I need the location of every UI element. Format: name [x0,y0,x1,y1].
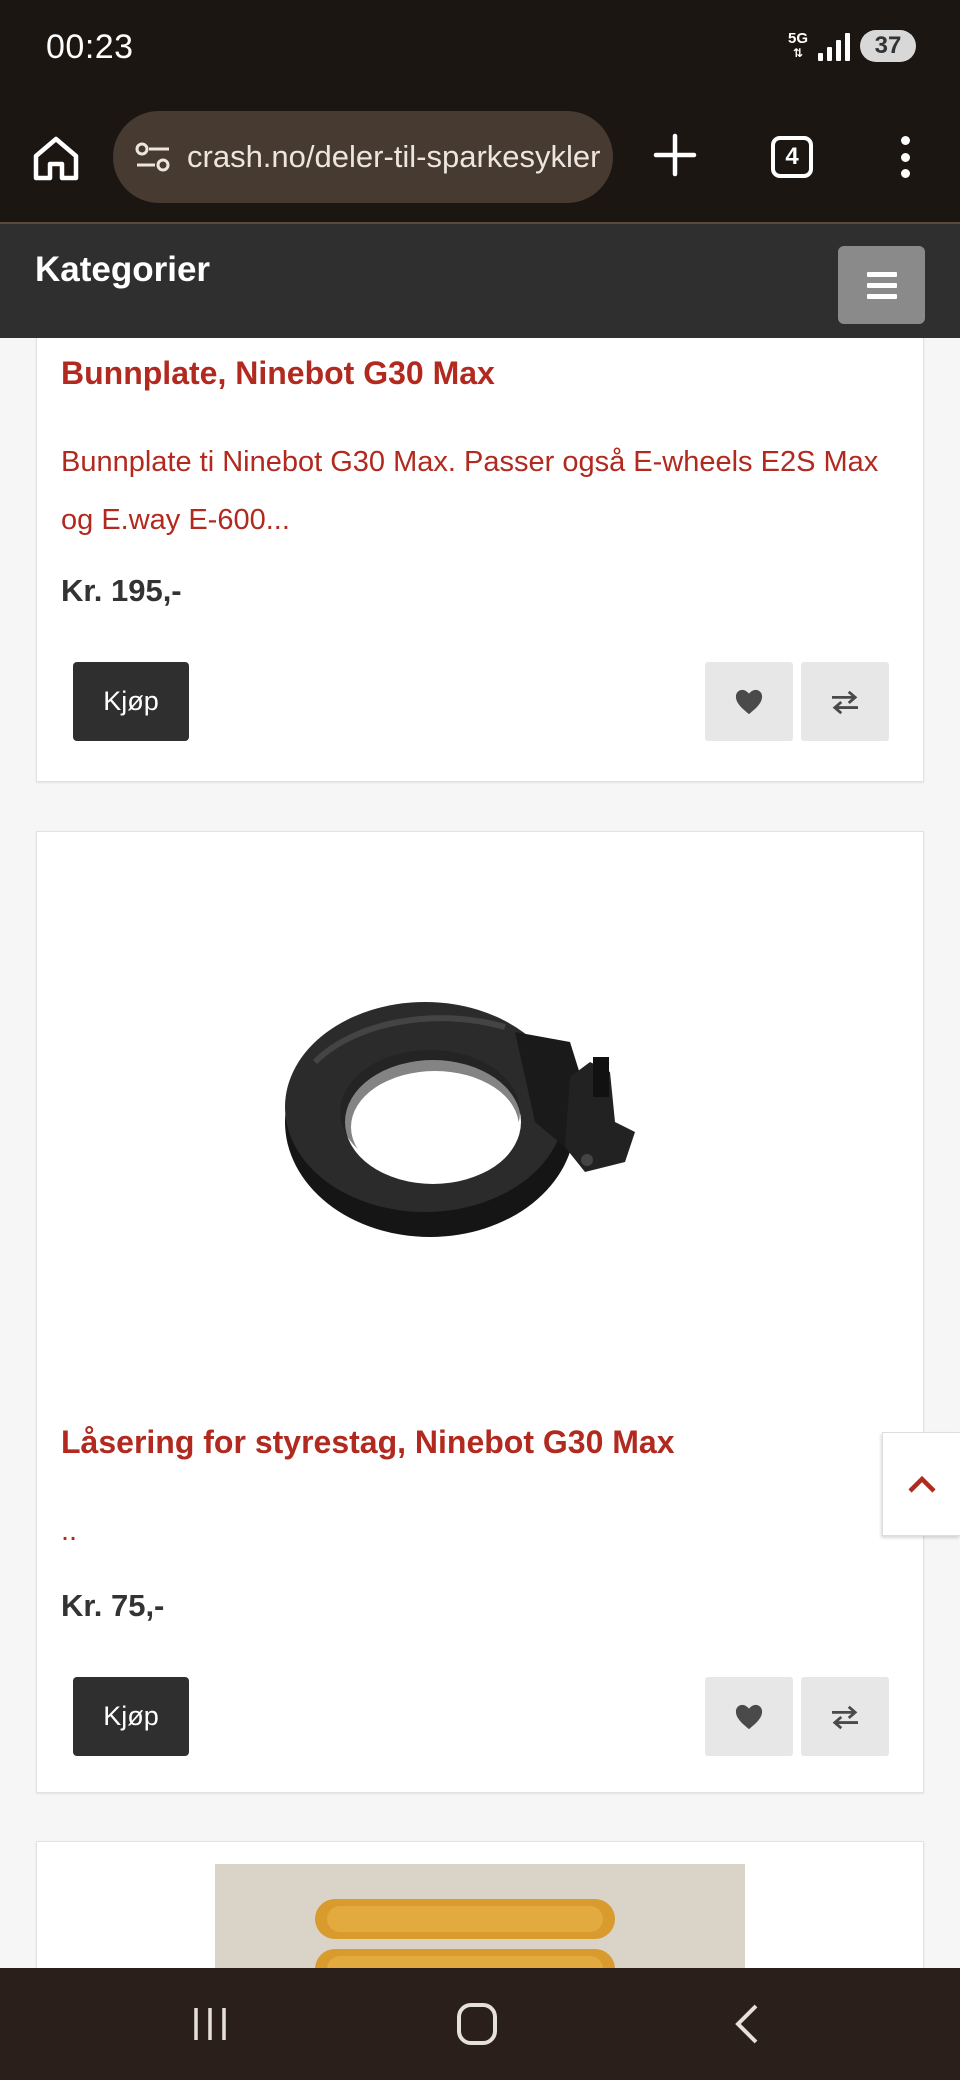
hamburger-line [866,271,897,277]
compare-button[interactable] [801,1677,889,1756]
product-list: Bunnplate, Ninebot G30 Max Bunnplate ti … [0,338,960,1968]
product-price: Kr. 75,- [61,1588,165,1623]
site-settings-icon[interactable] [133,137,173,177]
url-text: crash.no/deler-til-sparkesykler [187,139,601,174]
chevron-up-icon [907,1475,936,1493]
category-title[interactable]: Kategorier [35,250,210,290]
tab-count: 4 [785,143,799,170]
product-description: Bunnplate ti Ninebot G30 Max. Passer ogs… [61,446,879,536]
browser-home-button[interactable] [30,132,82,184]
signal-icon [818,31,850,61]
address-bar[interactable]: crash.no/deler-til-sparkesykler [113,111,613,203]
compare-arrows-icon [832,1705,858,1729]
heart-icon [735,1704,763,1729]
system-nav-bar [0,1968,960,2080]
menu-dot [900,152,910,162]
hamburger-line [866,293,897,299]
category-header: Kategorier [0,224,960,338]
browser-menu-button[interactable] [890,132,920,182]
product-title[interactable]: Låsering for styrestag, Ninebot G30 Max [61,1424,675,1461]
status-time: 00:23 [46,28,134,66]
product-description: .. [61,1515,78,1547]
battery-icon: 37 [860,30,916,62]
menu-dot [900,136,910,145]
compare-arrows-icon [832,690,858,714]
product-price: Kr. 195,- [61,573,182,608]
status-bar: 00:23 5G ⇅ 37 [0,0,960,100]
reflector-strips-image [215,1864,745,1968]
buy-button[interactable]: Kjøp [73,1677,189,1756]
category-menu-toggle[interactable] [838,246,925,324]
product-image[interactable] [215,1864,745,1968]
product-title[interactable]: Bunnplate, Ninebot G30 Max [61,355,495,392]
buy-button[interactable]: Kjøp [73,662,189,741]
home-icon [33,136,79,181]
home-nav-button[interactable] [457,2003,497,2045]
browser-toolbar: crash.no/deler-til-sparkesykler 4 [0,100,960,224]
product-image[interactable] [215,922,745,1302]
data-arrows-icon: ⇅ [792,46,804,60]
recent-apps-button[interactable] [190,2006,230,2042]
heart-icon [735,689,763,714]
back-to-top-button[interactable] [882,1432,960,1536]
new-tab-button[interactable] [650,130,700,180]
product-card [36,1841,924,1968]
plus-icon [653,133,697,177]
product-card: Bunnplate, Ninebot G30 Max Bunnplate ti … [36,338,924,782]
tab-switcher-button[interactable]: 4 [771,136,813,178]
product-card: Låsering for styrestag, Ninebot G30 Max … [36,831,924,1793]
hamburger-line [866,282,897,288]
menu-dot [900,169,910,178]
wishlist-button[interactable] [705,1677,793,1756]
back-nav-button[interactable] [730,2002,764,2046]
network-5g-icon: 5G ⇅ [787,30,808,60]
wishlist-button[interactable] [705,662,793,741]
battery-level: 37 [874,32,902,59]
compare-button[interactable] [801,662,889,741]
network-label: 5G [787,30,808,47]
status-icons: 5G ⇅ 37 [788,30,916,62]
